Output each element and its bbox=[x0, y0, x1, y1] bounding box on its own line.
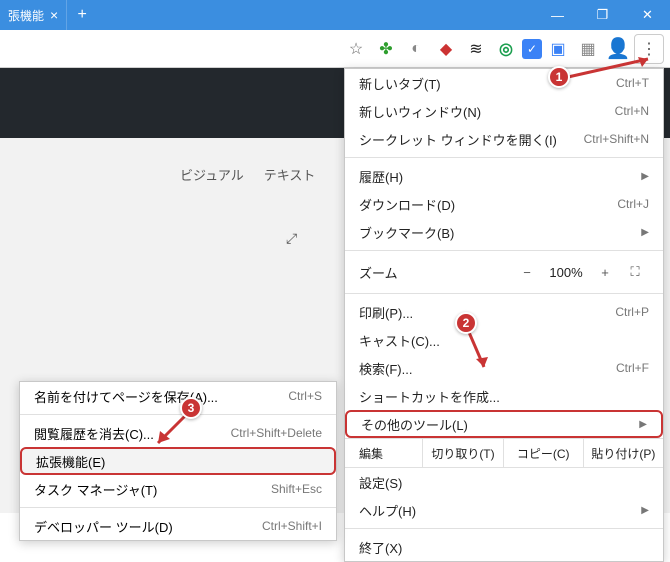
tab-visual[interactable]: ビジュアル bbox=[180, 165, 244, 184]
chrome-main-menu: 新しいタブ(T)Ctrl+T 新しいウィンドウ(N)Ctrl+N シークレット … bbox=[344, 68, 664, 562]
menu-history[interactable]: 履歴(H)▶ bbox=[345, 162, 663, 190]
chevron-right-icon: ▶ bbox=[641, 171, 649, 182]
bookmark-star-icon[interactable]: ☆ bbox=[342, 35, 370, 63]
browser-tab[interactable]: 張機能 × bbox=[0, 0, 67, 30]
zoom-level: 100% bbox=[543, 265, 589, 280]
profile-avatar-icon[interactable]: 👤 bbox=[604, 35, 632, 63]
menu-separator bbox=[20, 414, 336, 415]
extension-diamond-icon[interactable]: ◆ bbox=[432, 35, 460, 63]
menu-create-shortcut[interactable]: ショートカットを作成... bbox=[345, 382, 663, 410]
menu-settings[interactable]: 設定(S) bbox=[345, 468, 663, 496]
submenu-task-manager[interactable]: タスク マネージャ(T)Shift+Esc bbox=[20, 475, 336, 503]
chrome-menu-button[interactable]: ⋮ bbox=[634, 34, 664, 64]
menu-separator bbox=[345, 157, 663, 158]
submenu-clear-history[interactable]: 閲覧履歴を消去(C)...Ctrl+Shift+Delete bbox=[20, 419, 336, 447]
menu-print[interactable]: 印刷(P)...Ctrl+P bbox=[345, 298, 663, 326]
chevron-right-icon: ▶ bbox=[641, 227, 649, 238]
callout-1: 1 bbox=[548, 66, 570, 88]
menu-incognito[interactable]: シークレット ウィンドウを開く(I)Ctrl+Shift+N bbox=[345, 125, 663, 153]
window-minimize-button[interactable]: — bbox=[535, 0, 580, 30]
zoom-out-button[interactable]: − bbox=[511, 265, 543, 280]
editor-tabs: ビジュアル テキスト bbox=[180, 165, 315, 184]
extension-inbox-icon[interactable]: ▣ bbox=[544, 35, 572, 63]
menu-cast[interactable]: キャスト(C)... bbox=[345, 326, 663, 354]
submenu-extensions[interactable]: 拡張機能(E) bbox=[20, 447, 336, 475]
chevron-right-icon: ▶ bbox=[639, 419, 647, 430]
tab-title: 張機能 bbox=[8, 7, 44, 24]
extension-check-icon[interactable]: ✓ bbox=[522, 39, 542, 59]
edit-label: 編集 bbox=[345, 439, 423, 467]
menu-exit[interactable]: 終了(X) bbox=[345, 533, 663, 561]
more-tools-submenu: 名前を付けてページを保存(A)...Ctrl+S 閲覧履歴を消去(C)...Ct… bbox=[19, 381, 337, 541]
menu-zoom: ズーム − 100% + ⛶ bbox=[345, 255, 663, 289]
window-maximize-button[interactable]: ❐ bbox=[580, 0, 625, 30]
extension-clover-icon[interactable]: ✤ bbox=[372, 35, 400, 63]
menu-separator bbox=[345, 528, 663, 529]
zoom-label: ズーム bbox=[359, 263, 511, 282]
extension-circle-icon[interactable]: ◎ bbox=[492, 35, 520, 63]
window-close-button[interactable]: ✕ bbox=[625, 0, 670, 30]
menu-find[interactable]: 検索(F)...Ctrl+F bbox=[345, 354, 663, 382]
menu-help[interactable]: ヘルプ(H)▶ bbox=[345, 496, 663, 524]
new-tab-button[interactable]: + bbox=[67, 0, 97, 30]
callout-2: 2 bbox=[455, 312, 477, 334]
extension-spinner-icon[interactable]: ◐ bbox=[402, 35, 430, 63]
extension-grid-icon[interactable]: ▦ bbox=[574, 35, 602, 63]
menu-downloads[interactable]: ダウンロード(D)Ctrl+J bbox=[345, 190, 663, 218]
menu-separator bbox=[345, 293, 663, 294]
menu-separator bbox=[20, 507, 336, 508]
window-titlebar: 張機能 × + — ❐ ✕ bbox=[0, 0, 670, 30]
menu-more-tools[interactable]: その他のツール(L)▶ bbox=[345, 410, 663, 438]
menu-new-window[interactable]: 新しいウィンドウ(N)Ctrl+N bbox=[345, 97, 663, 125]
callout-3: 3 bbox=[180, 397, 202, 419]
edit-paste[interactable]: 貼り付け(P) bbox=[584, 439, 663, 467]
submenu-save-as[interactable]: 名前を付けてページを保存(A)...Ctrl+S bbox=[20, 382, 336, 410]
expand-icon[interactable]: ⤢ bbox=[286, 230, 297, 247]
menu-edit-row: 編集 切り取り(T) コピー(C) 貼り付け(P) bbox=[345, 438, 663, 468]
menu-new-tab[interactable]: 新しいタブ(T)Ctrl+T bbox=[345, 69, 663, 97]
fullscreen-icon[interactable]: ⛶ bbox=[621, 264, 649, 280]
submenu-dev-tools[interactable]: デベロッパー ツール(D)Ctrl+Shift+I bbox=[20, 512, 336, 540]
edit-copy[interactable]: コピー(C) bbox=[504, 439, 584, 467]
tab-close-icon[interactable]: × bbox=[50, 7, 58, 23]
zoom-in-button[interactable]: + bbox=[589, 265, 621, 280]
menu-bookmarks[interactable]: ブックマーク(B)▶ bbox=[345, 218, 663, 246]
browser-toolbar: ☆ ✤ ◐ ◆ ≋ ◎ ✓ ▣ ▦ 👤 ⋮ bbox=[0, 30, 670, 68]
extension-layers-icon[interactable]: ≋ bbox=[462, 35, 490, 63]
tab-text[interactable]: テキスト bbox=[264, 165, 316, 184]
edit-cut[interactable]: 切り取り(T) bbox=[423, 439, 503, 467]
chevron-right-icon: ▶ bbox=[641, 505, 649, 516]
menu-separator bbox=[345, 250, 663, 251]
